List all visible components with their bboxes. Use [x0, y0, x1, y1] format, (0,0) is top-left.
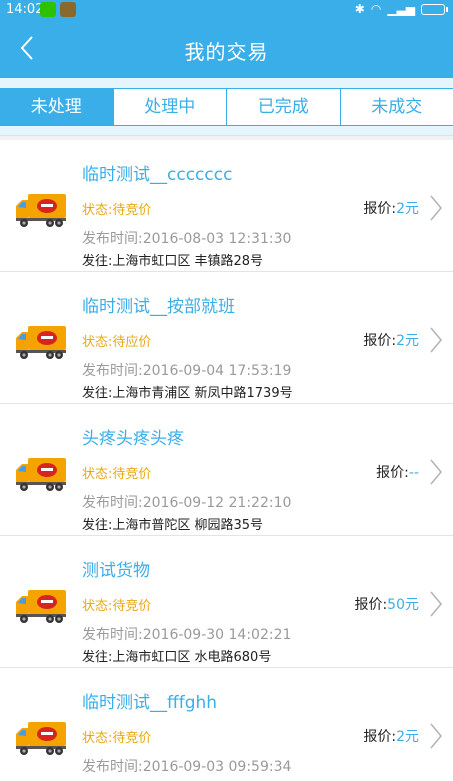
- order-row[interactable]: 头疼头疼头疼 状态:待竞价 发布时间:2016-09-12 21:22:10 发…: [0, 404, 453, 536]
- price-value: --: [408, 465, 419, 481]
- truck-icon: [16, 194, 66, 227]
- truck-icon: [16, 458, 66, 491]
- chevron-right-icon[interactable]: [429, 458, 443, 486]
- order-publish-time: 发布时间:2016-09-04 17:53:19: [82, 363, 292, 379]
- order-price: 报价:2元: [363, 726, 419, 746]
- wifi-icon: ◠: [370, 2, 382, 16]
- order-price: 报价:--: [376, 462, 419, 482]
- tab-completed[interactable]: 已完成: [227, 89, 341, 125]
- truck-icon: [16, 590, 66, 623]
- price-label: 报价:: [354, 597, 388, 613]
- order-name: 临时测试__ccccccc: [82, 165, 233, 185]
- order-name: 测试货物: [82, 561, 150, 581]
- price-value: 2元: [396, 201, 419, 217]
- order-price: 报价:2元: [363, 198, 419, 218]
- order-row[interactable]: 临时测试__ccccccc 状态:待竞价 发布时间:2016-08-03 12:…: [0, 140, 453, 272]
- order-name: 头疼头疼头疼: [82, 429, 184, 449]
- page-title: 我的交易: [184, 40, 269, 64]
- status-bar: 14:02 ✱ ◠ ▁▃▅: [0, 0, 453, 20]
- order-publish-time: 发布时间:2016-09-03 09:59:34: [82, 759, 292, 775]
- order-list: 临时测试__ccccccc 状态:待竞价 发布时间:2016-08-03 12:…: [0, 140, 453, 781]
- chevron-right-icon[interactable]: [429, 194, 443, 222]
- tab-unprocessed[interactable]: 未处理: [0, 89, 114, 125]
- price-label: 报价:: [376, 465, 409, 481]
- tab-bar: 未处理 处理中 已完成 未成交: [0, 88, 453, 126]
- price-label: 报价:: [363, 201, 397, 217]
- price-label: 报价:: [363, 729, 397, 745]
- truck-icon: [16, 326, 66, 359]
- truck-icon: [16, 722, 66, 755]
- battery-icon: [421, 3, 448, 15]
- order-status: 状态:待竞价: [82, 203, 152, 218]
- order-publish-time: 发布时间:2016-09-12 21:22:10: [82, 495, 292, 511]
- price-label: 报价:: [363, 333, 397, 349]
- order-address: 发往:上海市青浦区 新凤中路1739号: [82, 386, 293, 401]
- chevron-right-icon[interactable]: [429, 326, 443, 354]
- chevron-right-icon[interactable]: [429, 722, 443, 750]
- tab-processing[interactable]: 处理中: [113, 89, 227, 125]
- bluetooth-icon: ✱: [354, 2, 365, 16]
- order-price: 报价:50元: [354, 594, 419, 614]
- price-value: 2元: [396, 729, 419, 745]
- price-value: 2元: [396, 333, 419, 349]
- tab-bar-container: 未处理 处理中 已完成 未成交: [0, 78, 453, 136]
- order-name: 临时测试__fffghh: [82, 693, 218, 713]
- order-row[interactable]: 测试货物 状态:待竞价 发布时间:2016-09-30 14:02:21 发往:…: [0, 536, 453, 668]
- order-row[interactable]: 临时测试__fffghh 状态:待竞价 发布时间:2016-09-03 09:5…: [0, 668, 453, 781]
- chevron-right-icon[interactable]: [429, 590, 443, 618]
- order-status: 状态:待竞价: [82, 467, 152, 482]
- order-status: 状态:待应价: [82, 335, 152, 350]
- wechat-icon: [40, 2, 56, 17]
- order-address: 发往:上海市虹口区 水电路680号: [82, 650, 272, 665]
- order-address: 发往:上海市普陀区 柳园路35号: [82, 518, 264, 533]
- nav-bar: 我的交易: [0, 20, 453, 78]
- system-icons: ✱ ◠ ▁▃▅: [354, 2, 448, 16]
- price-value: 50元: [387, 597, 419, 613]
- notification-icons: [40, 2, 76, 17]
- order-price: 报价:2元: [363, 330, 419, 350]
- order-status: 状态:待竞价: [82, 599, 152, 614]
- signal-icon: ▁▃▅: [387, 2, 415, 16]
- order-name: 临时测试__按部就班: [82, 297, 235, 317]
- order-publish-time: 发布时间:2016-08-03 12:31:30: [82, 231, 292, 247]
- tab-failed[interactable]: 未成交: [340, 89, 453, 125]
- app-notification-icon: [60, 2, 76, 17]
- order-status: 状态:待竞价: [82, 731, 152, 746]
- order-row[interactable]: 临时测试__按部就班 状态:待应价 发布时间:2016-09-04 17:53:…: [0, 272, 453, 404]
- order-publish-time: 发布时间:2016-09-30 14:02:21: [82, 627, 292, 643]
- order-address: 发往:上海市虹口区 丰镇路28号: [82, 254, 264, 269]
- status-time: 14:02: [6, 2, 44, 17]
